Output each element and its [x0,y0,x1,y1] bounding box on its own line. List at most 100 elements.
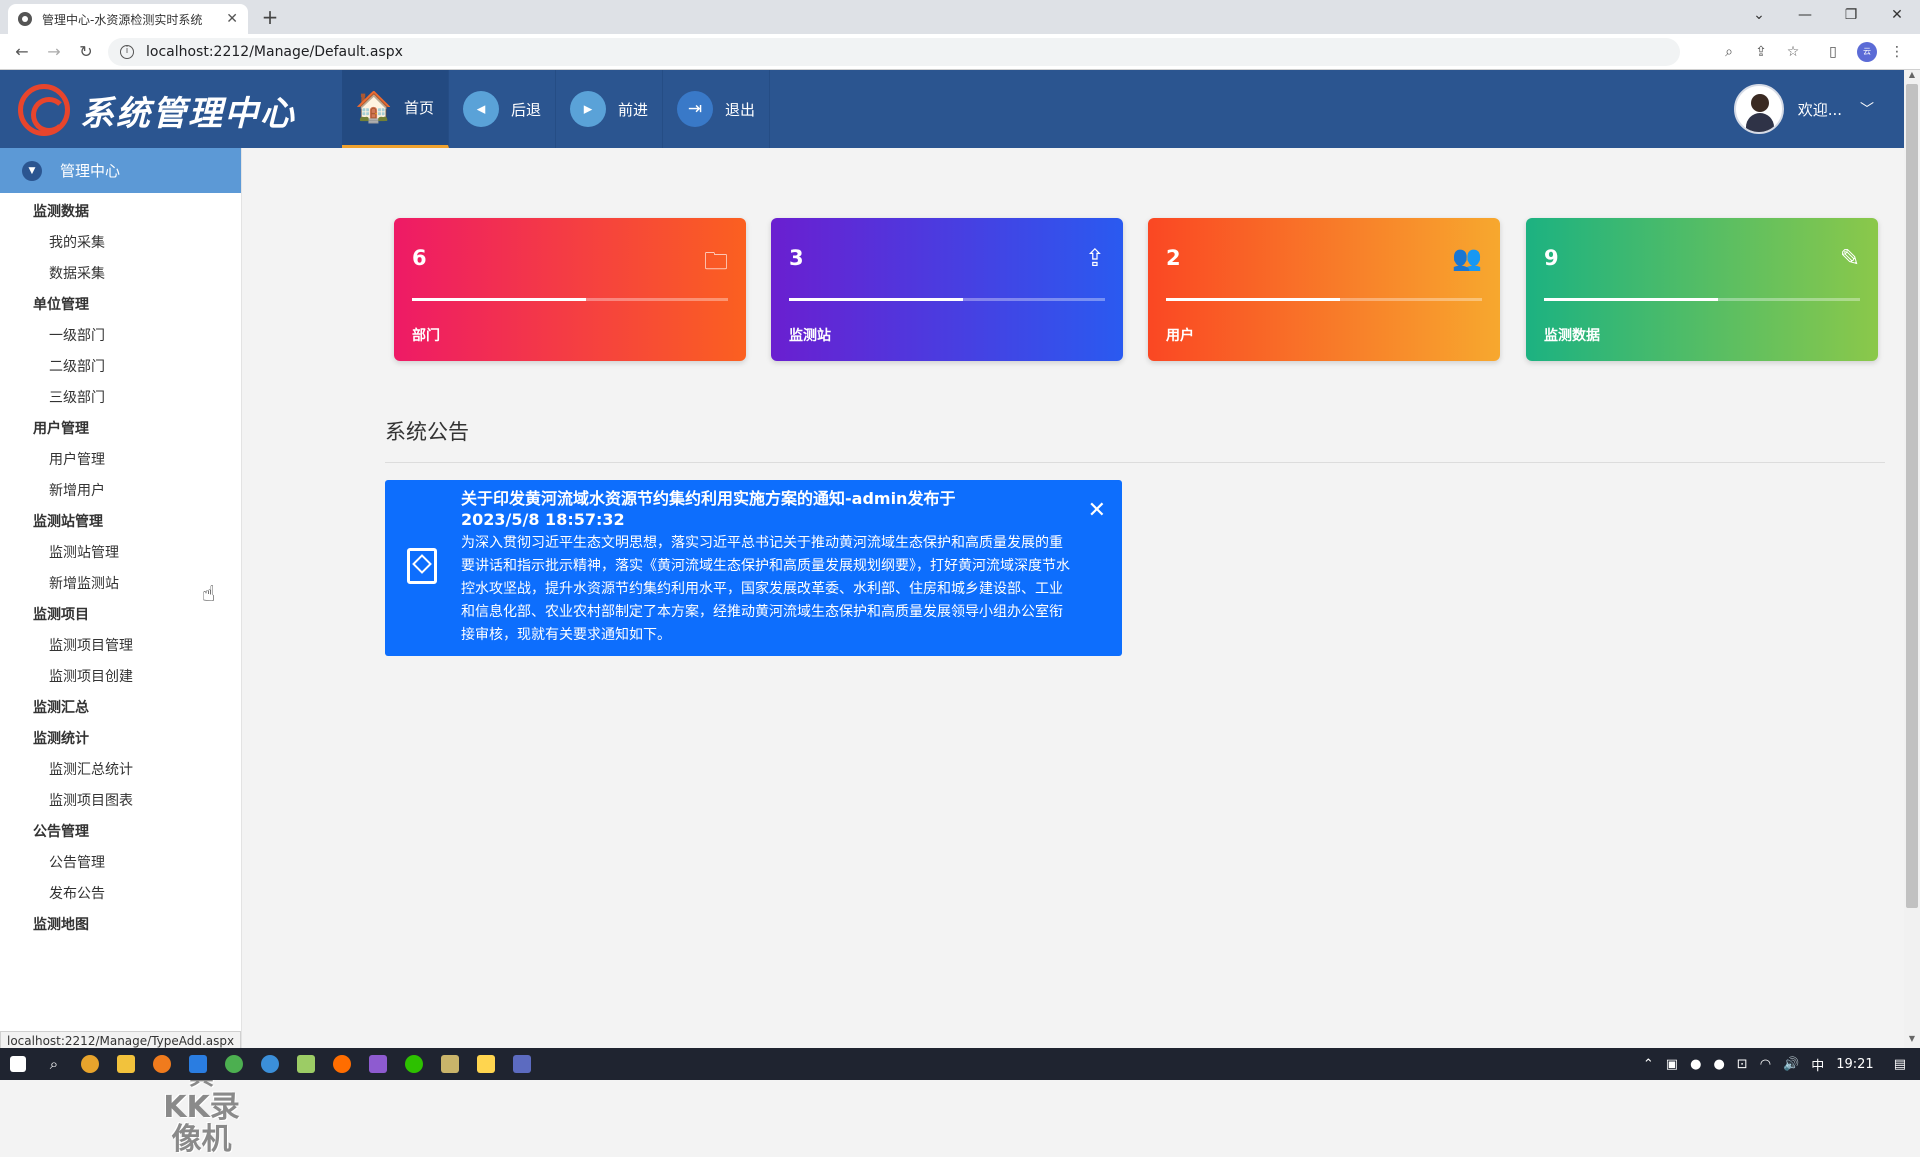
yellow-app-icon[interactable] [468,1048,504,1080]
sidebar-item[interactable]: 用户管理 [0,445,241,476]
app-header: 系统管理中心 🏠 首页 ◂ 后退 ▸ 前进 ⇥ 退出 欢迎... ﹀ [0,70,1904,148]
reload-icon[interactable]: ↻ [74,40,98,64]
stat-value: 6 [412,246,427,270]
stat-card-monitoring-data[interactable]: 9 ✎ 监测数据 [1526,218,1878,361]
collapse-arrow-icon: ▼ [22,160,42,181]
share-page-icon[interactable]: ⇪ [1752,43,1770,61]
browser-back-icon[interactable]: ← [10,40,34,64]
notification-icon[interactable]: ▤ [1894,1057,1906,1072]
zoom-icon[interactable]: ⌕ [1720,43,1738,61]
tool-app-icon[interactable] [432,1048,468,1080]
sidebar-item[interactable]: 监测项目图表 [0,786,241,817]
tray-expand-icon[interactable]: ⌃ [1643,1057,1654,1072]
sidebar-item[interactable]: 发布公告 [0,879,241,910]
browser-forward-icon[interactable]: → [42,40,66,64]
sidebar-group[interactable]: 监测汇总 [0,693,241,724]
stat-progress-fill [789,298,963,301]
users-icon: 👥 [1452,244,1482,272]
windows-start-icon[interactable] [0,1048,36,1080]
tab-close-icon[interactable]: ✕ [226,11,238,27]
sidebar-group[interactable]: 监测数据 [0,197,241,228]
tray-wifi-icon[interactable]: ◠ [1760,1057,1771,1072]
logo-mark-icon [18,84,70,136]
scroll-down-icon[interactable]: ▼ [1904,1034,1920,1048]
sidebar-group[interactable]: 单位管理 [0,290,241,321]
scroll-up-icon[interactable]: ▲ [1904,70,1920,84]
profile-avatar[interactable]: 云 [1857,42,1877,62]
tab-search-icon[interactable]: ⌄ [1736,0,1782,30]
sidebar-item[interactable]: 监测项目创建 [0,662,241,693]
sidebar-group[interactable]: 用户管理 [0,414,241,445]
sidebar-group[interactable]: 公告管理 [0,817,241,848]
share-icon: ⇪ [1084,244,1105,272]
browser-tabstrip: 管理中心-水资源检测实时系统 ✕ + ⌄ — ❐ ✕ [0,0,1920,34]
bookmark-star-icon[interactable]: ☆ [1784,43,1802,61]
close-icon[interactable]: ✕ [1088,498,1106,523]
close-window-button[interactable]: ✕ [1874,0,1920,30]
green-app-icon[interactable] [216,1048,252,1080]
sidebar-group[interactable]: 监测统计 [0,724,241,755]
paint-app-icon[interactable] [504,1048,540,1080]
sidebar-group[interactable]: 监测地图 [0,910,241,941]
notepad-app-icon[interactable] [288,1048,324,1080]
sidebar-header[interactable]: ▼ 管理中心 [0,148,241,193]
home-icon: 🏠 [355,90,393,125]
chrome-app-icon[interactable] [72,1048,108,1080]
browser-tab[interactable]: 管理中心-水资源检测实时系统 ✕ [8,4,248,34]
tray-network-icon[interactable]: ⊡ [1737,1057,1748,1072]
site-info-icon[interactable]: i [120,45,134,59]
sidebar-item[interactable]: 二级部门 [0,352,241,383]
sidebar-item[interactable]: 新增用户 [0,476,241,507]
tray-volume-icon[interactable]: 🔊 [1783,1057,1799,1072]
sidebar-item[interactable]: 监测汇总统计 [0,755,241,786]
nav-back[interactable]: ◂ 后退 [449,70,557,148]
page-scrollbar[interactable]: ▲ ▼ [1904,70,1920,1048]
sidebar-group[interactable]: 监测站管理 [0,507,241,538]
user-menu[interactable]: 欢迎... ﹀ [1733,84,1874,134]
side-panel-icon[interactable]: ▯ [1824,43,1842,61]
minimize-button[interactable]: — [1782,0,1828,30]
nav-home[interactable]: 🏠 首页 [342,70,450,148]
url-input[interactable]: i localhost:2212/Manage/Default.aspx [108,38,1680,66]
sidebar-item[interactable]: 公告管理 [0,848,241,879]
search-app-icon[interactable] [144,1048,180,1080]
stat-card-departments[interactable]: 6 🗀 部门 [394,218,746,361]
nav-forward[interactable]: ▸ 前进 [556,70,664,148]
forward-icon: ▸ [570,91,607,127]
tray-qq-icon[interactable]: ● [1690,1057,1701,1072]
nav-exit[interactable]: ⇥ 退出 [663,70,771,148]
sidebar-item[interactable]: 数据采集 [0,259,241,290]
stat-card-users[interactable]: 2 👥 用户 [1148,218,1500,361]
visual-studio-icon[interactable] [360,1048,396,1080]
sidebar-item[interactable]: 监测站管理 [0,538,241,569]
nav-home-label: 首页 [404,99,435,117]
top-nav: 🏠 首页 ◂ 后退 ▸ 前进 ⇥ 退出 [342,70,771,148]
exit-icon: ⇥ [677,91,714,127]
notice-body: 为深入贯彻习近平生态文明思想，落实习近平总书记关于推动黄河流域生态保护和高质量发… [461,535,1070,643]
sidebar-item[interactable]: 一级部门 [0,321,241,352]
browser-menu-icon[interactable]: ⋮ [1888,43,1906,61]
restore-button[interactable]: ❐ [1828,0,1874,30]
tray-clock[interactable]: 19:21 [1836,1057,1873,1072]
sidebar-item[interactable]: 三级部门 [0,383,241,414]
wechat-icon[interactable] [396,1048,432,1080]
tray-security-icon[interactable]: ▣ [1666,1057,1678,1072]
logo-title: 系统管理中心 [80,93,296,134]
new-tab-button[interactable]: + [258,5,282,29]
recorder-app-icon[interactable] [324,1048,360,1080]
watermark-line2: KK录像机 [163,1090,240,1157]
scrollbar-thumb[interactable] [1906,84,1918,908]
search-icon[interactable]: ⌕ [36,1048,72,1080]
app-logo: 系统管理中心 [18,84,296,136]
notice-title[interactable]: 关于印发黄河流域水资源节约集约利用实施方案的通知-admin发布于2023/5/… [461,488,1021,530]
magnifier-app-icon[interactable] [252,1048,288,1080]
file-explorer-icon[interactable] [108,1048,144,1080]
sidebar-item[interactable]: 我的采集 [0,228,241,259]
system-tray: ⌃ ▣ ● ● ⊡ ◠ 🔊 中 19:21 ▤ [1637,1048,1920,1080]
tray-wechat-icon[interactable]: ● [1713,1057,1724,1072]
sidebar-menu: 监测数据 我的采集 数据采集 单位管理 一级部门 二级部门 三级部门 用户管理 用户管理 新增用户… [0,193,241,941]
sidebar-item[interactable]: 监测项目管理 [0,631,241,662]
editor-app-icon[interactable] [180,1048,216,1080]
stat-card-stations[interactable]: 3 ⇪ 监测站 [771,218,1123,361]
tray-ime[interactable]: 中 [1811,1055,1824,1074]
